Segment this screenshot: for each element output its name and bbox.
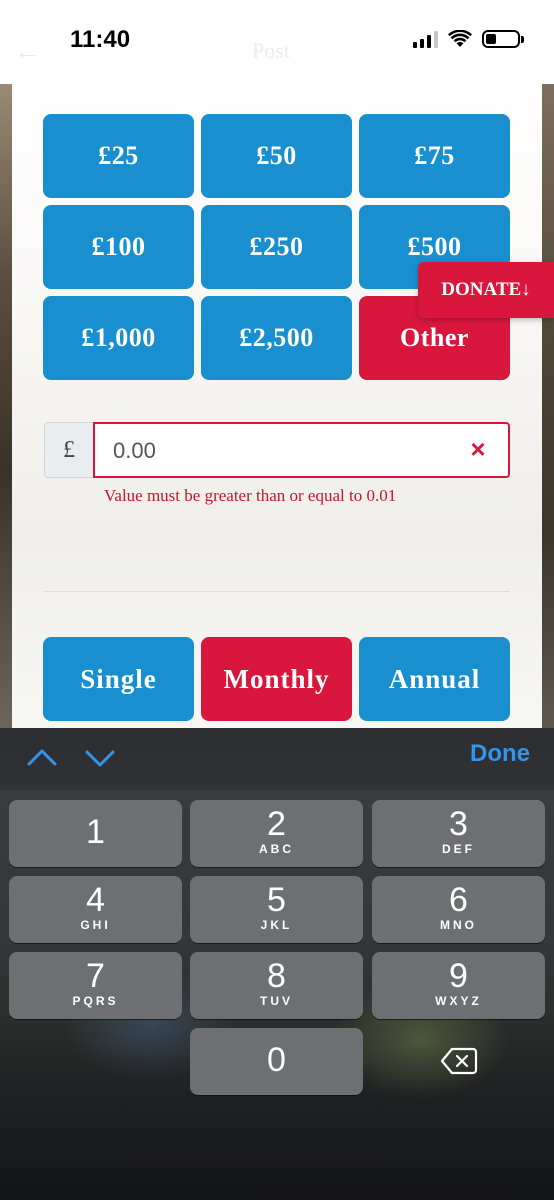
key-7[interactable]: 7 PQRS	[9, 952, 182, 1019]
chevron-up-icon[interactable]	[26, 742, 58, 774]
frequency-single-button[interactable]: Single	[43, 637, 194, 721]
cellular-signal-icon	[413, 30, 438, 48]
amount-options: £25 £50 £75 £100 £250 £500 £1,000 £2,500…	[43, 114, 511, 380]
clear-icon[interactable]: ×	[466, 436, 490, 462]
done-button[interactable]: Done	[470, 740, 530, 768]
divider	[44, 591, 510, 592]
backspace-key[interactable]	[372, 1028, 545, 1095]
frequency-options: Single Monthly Annual	[43, 637, 511, 721]
status-bar: ← Post 11:40	[0, 0, 554, 84]
amount-75-button[interactable]: £75	[359, 114, 510, 198]
amount-100-button[interactable]: £100	[43, 205, 194, 289]
back-arrow-icon: ←	[14, 36, 40, 66]
validation-error: Value must be greater than or equal to 0…	[104, 486, 397, 505]
amount-50-button[interactable]: £50	[201, 114, 352, 198]
key-8[interactable]: 8 TUV	[190, 952, 363, 1019]
nav-title: Post	[252, 38, 290, 63]
amount-1000-button[interactable]: £1,000	[43, 296, 194, 380]
status-icons	[413, 30, 524, 48]
frequency-annual-button[interactable]: Annual	[359, 637, 510, 721]
amount-25-button[interactable]: £25	[43, 114, 194, 198]
keyboard-toolbar: Done	[0, 728, 554, 790]
battery-icon	[482, 30, 524, 48]
key-5[interactable]: 5 JKL	[190, 876, 363, 943]
frequency-monthly-button[interactable]: Monthly	[201, 637, 352, 721]
key-3[interactable]: 3 DEF	[372, 800, 545, 867]
custom-amount-input[interactable]	[111, 424, 455, 478]
key-2[interactable]: 2 ABC	[190, 800, 363, 867]
key-0[interactable]: 0	[190, 1028, 363, 1095]
key-6[interactable]: 6 MNO	[372, 876, 545, 943]
amount-2500-button[interactable]: £2,500	[201, 296, 352, 380]
key-1[interactable]: 1	[9, 800, 182, 867]
chevron-down-icon[interactable]	[84, 742, 116, 774]
amount-250-button[interactable]: £250	[201, 205, 352, 289]
key-9[interactable]: 9 WXYZ	[372, 952, 545, 1019]
custom-amount-field: ×	[93, 422, 510, 478]
numeric-keypad: 1 2 ABC 3 DEF 4 GHI 5 JKL 6 MNO 7 PQRS 8 TUV 9W…	[0, 790, 554, 1200]
backspace-icon	[440, 1047, 477, 1075]
donate-tab-button[interactable]: DONATE↓	[418, 262, 554, 318]
background-photo-right	[542, 84, 554, 728]
key-4[interactable]: 4 GHI	[9, 876, 182, 943]
wifi-icon	[448, 30, 472, 47]
currency-prefix: £	[44, 422, 93, 478]
background-photo-left	[0, 84, 12, 728]
status-time: 11:40	[70, 26, 131, 53]
